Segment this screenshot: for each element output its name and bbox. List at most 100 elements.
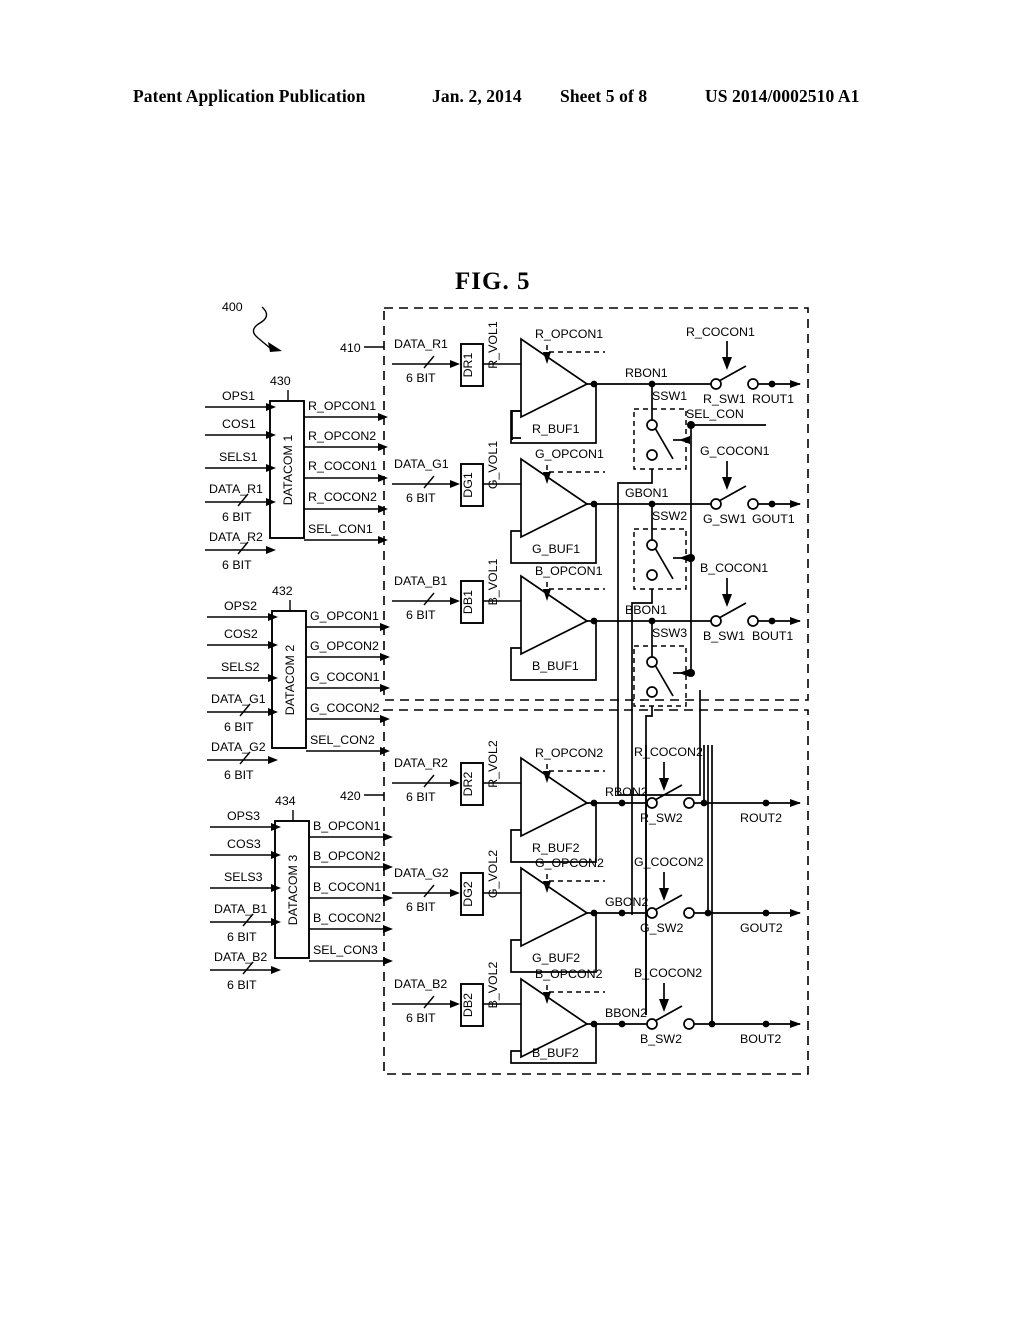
ssw3-label: SSW3: [652, 626, 687, 640]
bon-label-b2: BBON2: [605, 1006, 647, 1020]
out-label-r2: ROUT2: [740, 811, 782, 825]
sel-switch-ssw1[interactable]: SSW1: [633, 384, 690, 470]
cocon-label-r2: R_COCON2: [634, 745, 703, 759]
data-label-r2: DATA_R2: [394, 756, 448, 770]
out-label-r1: ROUT1: [752, 392, 794, 406]
buffer-g-buf1[interactable]: [520, 457, 589, 539]
bon-label-r2: RBON2: [605, 785, 648, 799]
datacom-2-outputs: G_OPCON1 G_OPCON2 G_COCON1 G_COCON2 SEL_…: [306, 609, 390, 755]
buffer-r-buf2[interactable]: [520, 756, 589, 838]
bit-label-r1: 6 BIT: [222, 510, 252, 524]
data-label-g2: DATA_G2: [394, 866, 449, 880]
buffer-b-buf1[interactable]: [520, 574, 589, 656]
opcon-label-g2: G_OPCON2: [535, 856, 604, 870]
cocon-label-b2: B_COCON2: [634, 966, 702, 980]
sel-con-label: SEL_CON: [686, 407, 744, 421]
ref-400: 400: [222, 300, 243, 314]
opcon-label-g1: G_OPCON1: [535, 447, 604, 461]
bon-label-g1: GBON1: [625, 486, 668, 500]
channel-2-row-b: DATA_B2 6 BIT DB2 B_VOL2 B_BUF2 B_OPCON2…: [392, 961, 801, 1064]
input-label-data-b1: DATA_B1: [214, 902, 267, 916]
channel-2-row-g: DATA_G2 6 BIT DG2 G_VOL2 G_BUF2 G_OPCON2…: [392, 850, 801, 973]
input-label-cos1: COS1: [222, 417, 256, 431]
bit-label-g1: 6 BIT: [224, 720, 254, 734]
channel-1-row-b: DATA_B1 6 BIT DB1 B_VOL1 B_BUF1 B_OPCON1…: [392, 558, 801, 681]
ssw1-label: SSW1: [652, 389, 687, 403]
output-label-sel-con2: SEL_CON2: [310, 733, 375, 747]
output-label-sel-con1: SEL_CON1: [308, 522, 373, 536]
input-label-data-g1: DATA_G1: [211, 692, 266, 706]
ref-434: 434: [275, 794, 296, 808]
input-label-cos3: COS3: [227, 837, 261, 851]
datacom-3-label: DATACOM 3: [286, 855, 300, 926]
output-label-g-opcon2: G_OPCON2: [310, 639, 379, 653]
buffer-g-buf2[interactable]: [520, 866, 589, 948]
output-label-r-opcon1: R_OPCON1: [308, 399, 376, 413]
dac-dg1-label: DG1: [461, 472, 475, 498]
opcon-label-r1: R_OPCON1: [535, 327, 603, 341]
buffer-label-r-buf2: R_BUF2: [532, 841, 580, 855]
buffer-label-b-buf2: B_BUF2: [532, 1046, 579, 1060]
ref-410: 410: [340, 341, 361, 355]
buffer-label-g-buf1: G_BUF1: [532, 542, 580, 556]
buffer-label-r-buf1: R_BUF1: [532, 422, 580, 436]
buffer-r-buf1[interactable]: [520, 337, 589, 419]
input-label-data-r1: DATA_R1: [209, 482, 263, 496]
datacom-2-inputs: OPS2 COS2 SELS2 DATA_G1 6 BIT DATA_G2 6 …: [207, 599, 278, 782]
output-label-r-opcon2: R_OPCON2: [308, 429, 376, 443]
output-label-g-cocon2: G_COCON2: [310, 701, 380, 715]
output-label-b-opcon1: B_OPCON1: [313, 819, 381, 833]
output-label-b-cocon2: B_COCON2: [313, 911, 381, 925]
output-label-sel-con3: SEL_CON3: [313, 943, 378, 957]
cocon-label-g2: G_COCON2: [634, 855, 704, 869]
output-label-b-cocon1: B_COCON1: [313, 880, 381, 894]
vol-label-g2: G_VOL2: [486, 850, 500, 898]
out-label-b1: BOUT1: [752, 629, 793, 643]
input-label-sels2: SELS2: [221, 660, 260, 674]
input-label-ops1: OPS1: [222, 389, 255, 403]
datacom-1-label: DATACOM 1: [281, 435, 295, 506]
dac-dr1-label: DR1: [461, 353, 475, 378]
input-label-data-r2: DATA_R2: [209, 530, 263, 544]
dac-dr2-label: DR2: [461, 772, 475, 797]
patent-page: Patent Application Publication Jan. 2, 2…: [0, 0, 1024, 1320]
bit-label-ch2-g: 6 BIT: [406, 900, 436, 914]
ref-430: 430: [270, 374, 291, 388]
ref-400-arrow: [268, 342, 282, 352]
output-label-r-cocon1: R_COCON1: [308, 459, 377, 473]
sel-switch-ssw2[interactable]: SSW2: [633, 504, 690, 590]
out-label-g1: GOUT1: [752, 512, 795, 526]
vol-label-r1: R_VOL1: [486, 321, 500, 369]
cocon-label-b1: B_COCON1: [700, 561, 768, 575]
vol-label-b1: B_VOL1: [486, 558, 500, 605]
figure-5-diagram: 400 430 DATACOM 1 OPS1 COS1 SELS1 DATA_R…: [205, 300, 809, 1075]
output-label-g-opcon1: G_OPCON1: [310, 609, 379, 623]
sw-label-g1: G_SW1: [703, 512, 746, 526]
data-label-b1: DATA_B1: [394, 574, 447, 588]
ssw2-label: SSW2: [652, 509, 687, 523]
bit-label-b2: 6 BIT: [227, 978, 257, 992]
data-label-b2: DATA_B2: [394, 977, 447, 991]
input-label-ops3: OPS3: [227, 809, 260, 823]
output-label-g-cocon1: G_COCON1: [310, 670, 380, 684]
bon-label-r1: RBON1: [625, 366, 668, 380]
sel-switch-ssw3[interactable]: SSW3: [633, 621, 690, 707]
vol-label-g1: G_VOL1: [486, 441, 500, 489]
bit-label-r2: 6 BIT: [222, 558, 252, 572]
channel-1-row-g: DATA_G1 6 BIT DG1 G_VOL1 G_BUF1 G_OPCON1…: [392, 441, 801, 564]
data-label-g1: DATA_G1: [394, 457, 449, 471]
output-label-b-opcon2: B_OPCON2: [313, 849, 381, 863]
input-label-data-b2: DATA_B2: [214, 950, 267, 964]
vol-label-r2: R_VOL2: [486, 740, 500, 788]
buffer-label-g-buf2: G_BUF2: [532, 951, 580, 965]
out-label-g2: GOUT2: [740, 921, 783, 935]
input-label-sels1: SELS1: [219, 450, 258, 464]
dac-db2-label: DB2: [461, 993, 475, 1017]
ref-432: 432: [272, 584, 293, 598]
bit-label-ch1-b: 6 BIT: [406, 608, 436, 622]
datacom-2-label: DATACOM 2: [283, 645, 297, 716]
bit-label-ch1-r: 6 BIT: [406, 371, 436, 385]
sw-label-b1: B_SW1: [703, 629, 745, 643]
bit-label-ch1-g: 6 BIT: [406, 491, 436, 505]
datacom-1-outputs: R_OPCON1 R_OPCON2 R_COCON1 R_COCON2 SEL_…: [304, 399, 388, 544]
